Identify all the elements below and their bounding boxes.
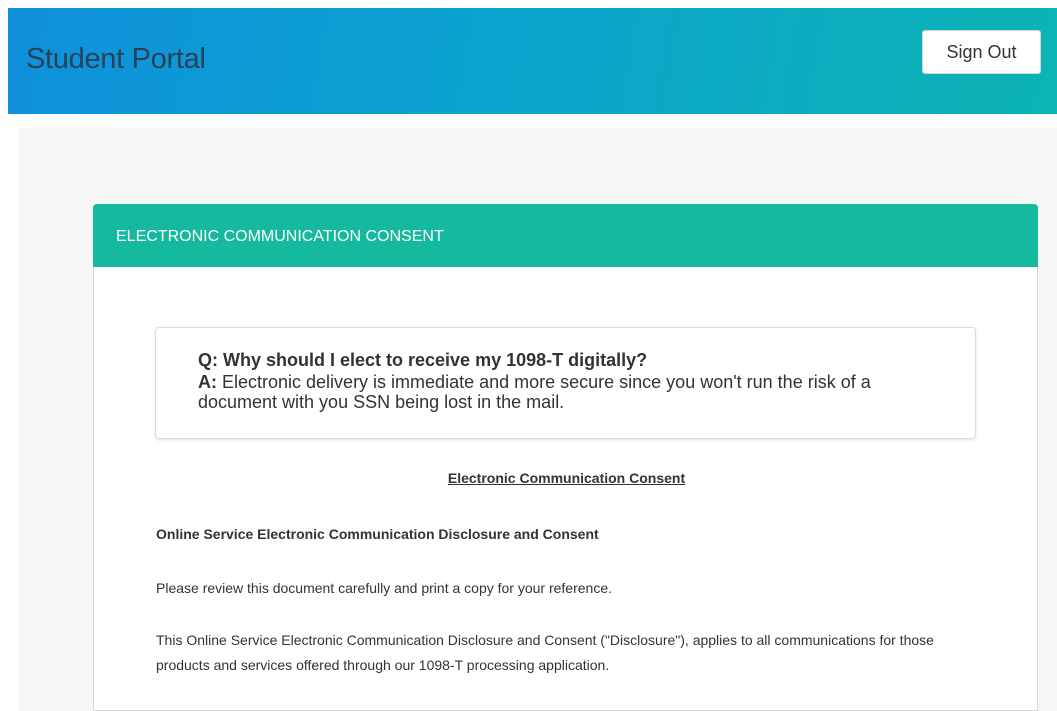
panel-header: ELECTRONIC COMMUNICATION CONSENT (93, 204, 1038, 267)
sign-out-button[interactable]: Sign Out (922, 30, 1041, 74)
faq-box: Q: Why should I elect to receive my 1098… (155, 327, 976, 439)
document-subheading: Online Service Electronic Communication … (156, 526, 599, 542)
faq-answer-text: Electronic delivery is immediate and mor… (198, 372, 871, 412)
top-header: Student Portal Sign Out (8, 8, 1057, 114)
consent-panel: ELECTRONIC COMMUNICATION CONSENT Q: Why … (93, 204, 1038, 711)
faq-answer: A: Electronic delivery is immediate and … (198, 372, 943, 412)
panel-title: ELECTRONIC COMMUNICATION CONSENT (116, 228, 444, 245)
faq-answer-prefix: A: (198, 372, 217, 392)
app-title: Student Portal (26, 43, 206, 75)
document-paragraph-1: Please review this document carefully an… (156, 580, 613, 596)
document-heading: Electronic Communication Consent (447, 470, 686, 486)
faq-question: Q: Why should I elect to receive my 1098… (198, 350, 648, 370)
document-paragraph-2: This Online Service Electronic Communica… (156, 632, 934, 673)
